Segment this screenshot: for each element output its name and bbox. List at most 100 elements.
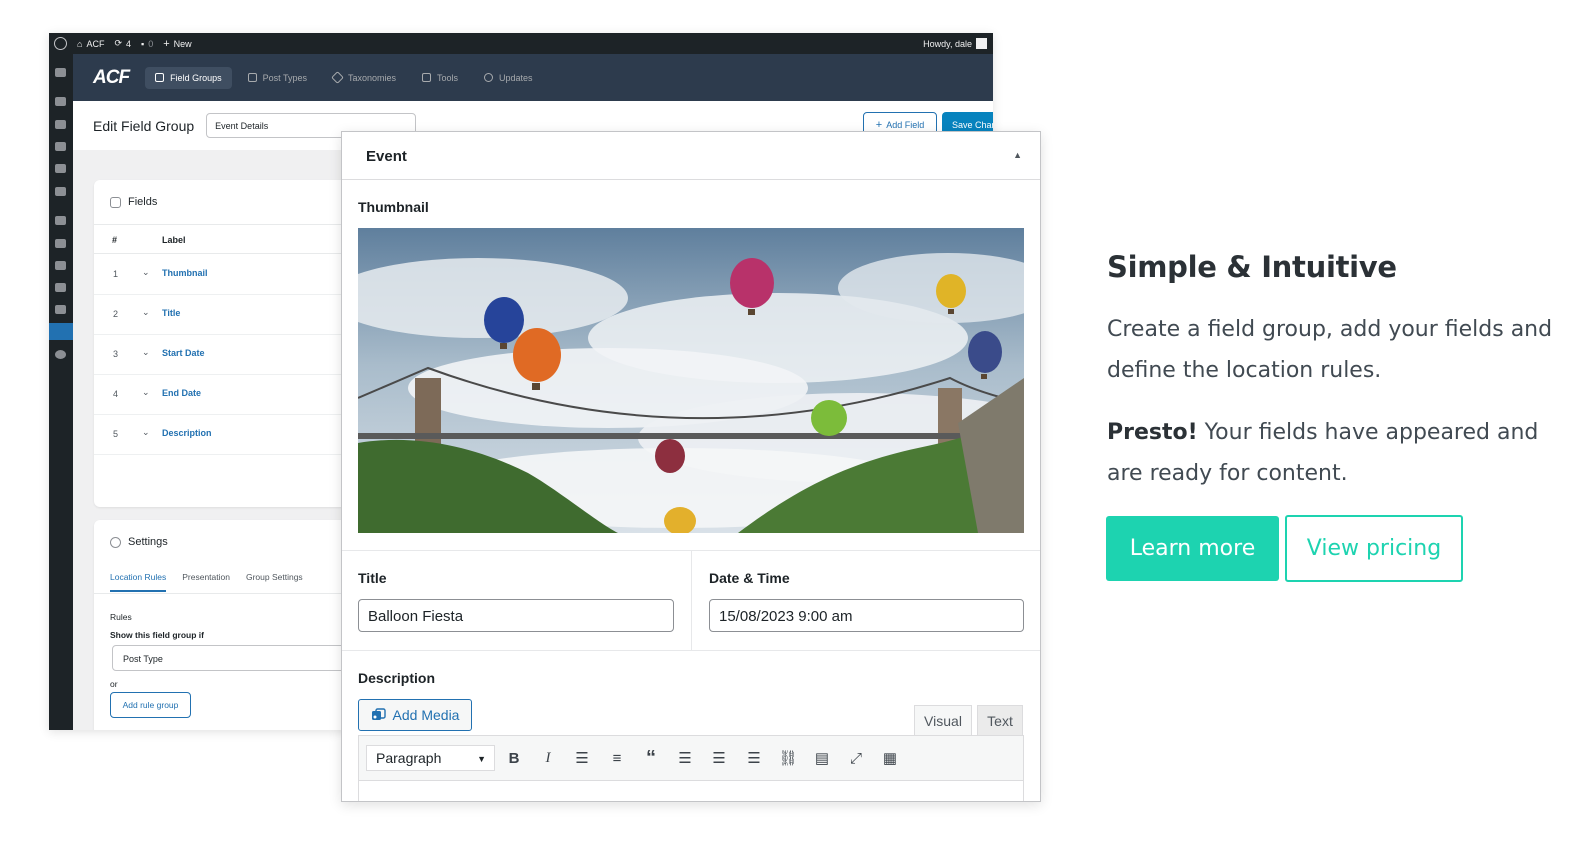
field-label-link[interactable]: Start Date: [162, 348, 205, 358]
settings-icon[interactable]: [55, 305, 66, 314]
divider: [691, 551, 692, 651]
howdy-text: Howdy, dale: [923, 38, 972, 49]
tab-group-settings[interactable]: Group Settings: [246, 572, 303, 592]
wordpress-logo-icon[interactable]: [54, 37, 67, 50]
title-input[interactable]: Balloon Fiesta: [358, 599, 674, 632]
plus-icon: +: [163, 37, 170, 50]
account-menu[interactable]: Howdy, dale: [923, 38, 987, 49]
bullet-list-icon[interactable]: ☰: [571, 748, 593, 768]
format-select[interactable]: Paragraph ▼: [366, 745, 495, 771]
field-label-link[interactable]: Description: [162, 428, 212, 438]
chevron-down-icon[interactable]: ⌄: [142, 307, 150, 318]
document-icon: [247, 73, 257, 82]
fullscreen-icon[interactable]: ⤢: [845, 748, 867, 768]
field-row[interactable]: 2 ⌄ Title: [94, 295, 354, 335]
balloon-bridge-photo: [358, 228, 1024, 533]
datetime-input[interactable]: 15/08/2023 9:00 am: [709, 599, 1024, 632]
new-content-link[interactable]: + New: [163, 38, 191, 50]
section-heading: Simple & Intuitive: [1107, 250, 1397, 284]
read-more-icon[interactable]: ▤: [811, 748, 833, 768]
settings-panel-header: Settings: [110, 535, 354, 549]
field-label-link[interactable]: Title: [162, 308, 180, 318]
tab-taxonomies[interactable]: Taxonomies: [323, 67, 406, 89]
field-row[interactable]: 3 ⌄ Start Date: [94, 335, 354, 375]
posts-icon[interactable]: [55, 97, 66, 106]
media-icon[interactable]: [55, 120, 66, 129]
rules-label: Rules: [110, 612, 132, 622]
tab-tools[interactable]: Tools: [412, 67, 468, 89]
link-icon[interactable]: ⛓: [777, 748, 799, 768]
updates-link[interactable]: ⟳ 4: [114, 38, 131, 49]
divider: [342, 650, 1040, 651]
balloon-green: [811, 400, 847, 436]
appearance-icon[interactable]: [55, 216, 66, 225]
field-label-link[interactable]: End Date: [162, 388, 201, 398]
rule-param-select[interactable]: Post Type: [112, 645, 362, 671]
tools-icon[interactable]: [55, 283, 66, 292]
fields-icon: [110, 196, 121, 208]
presto-paragraph: Presto! Your fields have appeared and ar…: [1107, 412, 1577, 494]
align-center-icon[interactable]: ☰: [708, 748, 730, 768]
align-left-icon[interactable]: ☰: [674, 748, 696, 768]
bold-icon[interactable]: B: [503, 748, 525, 768]
italic-icon[interactable]: I: [537, 748, 559, 768]
tab-visual[interactable]: Visual: [914, 705, 972, 735]
format-value: Paragraph: [376, 750, 442, 766]
tab-label: Updates: [499, 72, 533, 83]
collapse-icon[interactable]: [55, 350, 66, 359]
new-label: New: [173, 38, 192, 49]
field-row[interactable]: 5 ⌄ Description: [94, 415, 354, 455]
acf-menu-icon[interactable]: [49, 323, 73, 340]
pages-icon[interactable]: [55, 142, 66, 151]
site-name-link[interactable]: ⌂ ACF: [77, 39, 104, 49]
chevron-down-icon[interactable]: ⌄: [142, 427, 150, 438]
show-if-label: Show this field group if: [110, 630, 204, 640]
add-media-button[interactable]: Add Media: [358, 699, 472, 731]
description-label: Description: [358, 670, 436, 686]
title-label: Title: [358, 570, 387, 586]
field-number: 1: [113, 269, 119, 279]
field-row[interactable]: 1 ⌄ Thumbnail: [94, 255, 354, 295]
chevron-down-icon[interactable]: ⌄: [142, 387, 150, 398]
tab-label: Taxonomies: [347, 72, 396, 83]
dashboard-icon[interactable]: [55, 68, 66, 77]
media-icon: [371, 707, 386, 723]
comments-icon[interactable]: [55, 164, 66, 173]
chevron-down-icon[interactable]: ⌄: [142, 267, 150, 278]
column-number: #: [112, 235, 118, 245]
tab-post-types[interactable]: Post Types: [238, 67, 317, 89]
or-label: or: [110, 679, 118, 689]
balloon-red: [655, 439, 685, 473]
view-pricing-button[interactable]: View pricing: [1285, 515, 1463, 582]
toolbar-toggle-icon[interactable]: ▦: [879, 748, 901, 768]
thumbnail-label: Thumbnail: [358, 199, 429, 215]
updates-count: 4: [125, 38, 131, 49]
wp-admin-bar: ⌂ ACF ⟳ 4 ▪ 0 + New Howdy, dale: [49, 33, 993, 54]
tab-updates[interactable]: Updates: [474, 67, 543, 89]
tab-presentation[interactable]: Presentation: [182, 572, 230, 592]
learn-more-button[interactable]: Learn more: [1106, 516, 1279, 581]
users-icon[interactable]: [55, 261, 66, 270]
avatar: [976, 38, 987, 49]
tab-location-rules[interactable]: Location Rules: [110, 572, 167, 592]
field-label-link[interactable]: Thumbnail: [162, 268, 208, 278]
plugins-icon[interactable]: [55, 239, 66, 248]
pin-icon[interactable]: [55, 187, 66, 196]
thumbnail-image[interactable]: [358, 228, 1024, 533]
grid-icon: [155, 73, 165, 82]
settings-title: Settings: [128, 536, 168, 548]
chevron-down-icon[interactable]: ⌄: [142, 347, 150, 358]
collapse-arrow-icon[interactable]: ▲: [1013, 150, 1022, 160]
blockquote-icon[interactable]: “: [640, 747, 662, 769]
tab-field-groups[interactable]: Field Groups: [145, 66, 232, 89]
numbered-list-icon[interactable]: ≡: [606, 748, 628, 768]
event-metabox-header[interactable]: Event ▲: [342, 132, 1040, 180]
field-row[interactable]: 4 ⌄ End Date: [94, 375, 354, 415]
editor-content-area[interactable]: [358, 781, 1024, 801]
updates-icon: [484, 73, 493, 82]
align-right-icon[interactable]: ☰: [743, 748, 765, 768]
comments-link[interactable]: ▪ 0: [141, 39, 153, 49]
tab-text[interactable]: Text: [977, 705, 1023, 735]
divider: [94, 593, 354, 594]
add-rule-group-button[interactable]: Add rule group: [110, 692, 191, 718]
